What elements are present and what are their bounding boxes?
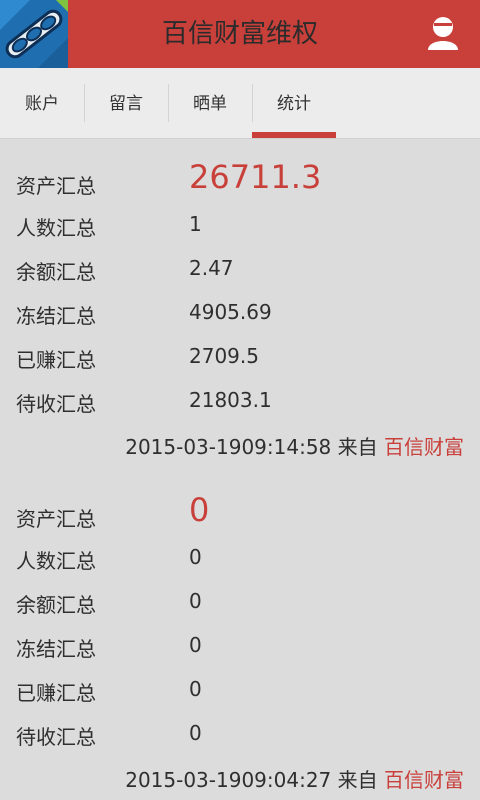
user-icon[interactable]	[428, 16, 458, 50]
row-label-assets: 资产汇总	[16, 174, 96, 198]
tab-label: 晒单	[193, 94, 227, 114]
row-label-balance: 余额汇总	[16, 260, 96, 284]
value-balance: 2.47	[189, 256, 234, 280]
row-label-frozen: 冻结汇总	[16, 304, 96, 328]
from-label: 来自	[337, 768, 378, 792]
row-label-receivable: 待收汇总	[16, 392, 96, 416]
value-frozen: 0	[189, 633, 202, 657]
source-link[interactable]: 百信财富	[384, 435, 464, 459]
row-label-people: 人数汇总	[16, 216, 96, 240]
value-balance: 0	[189, 589, 202, 613]
row-label-people: 人数汇总	[16, 549, 96, 573]
value-frozen: 4905.69	[189, 300, 272, 324]
tab-label: 留言	[109, 94, 143, 114]
record-meta: 2015-03-1909:14:58 来自 百信财富	[125, 431, 464, 460]
row-label-earned: 已赚汇总	[16, 681, 96, 705]
row-label-earned: 已赚汇总	[16, 348, 96, 372]
tab-show-orders[interactable]: 晒单	[168, 68, 252, 138]
row-label-balance: 余额汇总	[16, 593, 96, 617]
tab-messages[interactable]: 留言	[84, 68, 168, 138]
from-label: 来自	[337, 435, 378, 459]
tab-statistics[interactable]: 统计	[252, 68, 336, 138]
app-header: 百信财富维权	[0, 0, 480, 68]
value-earned: 0	[189, 677, 202, 701]
tab-label: 账户	[25, 94, 59, 114]
value-people: 0	[189, 545, 202, 569]
row-label-frozen: 冻结汇总	[16, 637, 96, 661]
source-link[interactable]: 百信财富	[384, 768, 464, 792]
value-assets: 0	[189, 491, 210, 529]
value-receivable: 0	[189, 721, 202, 745]
page-title: 百信财富维权	[161, 19, 318, 49]
row-label-assets: 资产汇总	[16, 507, 96, 531]
value-earned: 2709.5	[189, 344, 259, 368]
tab-bar: 账户 留言 晒单 统计	[0, 68, 480, 139]
tab-label: 统计	[277, 94, 311, 114]
value-receivable: 21803.1	[189, 388, 272, 412]
value-people: 1	[189, 212, 202, 236]
value-assets: 26711.3	[189, 158, 322, 196]
row-label-receivable: 待收汇总	[16, 725, 96, 749]
tab-account[interactable]: 账户	[0, 68, 84, 138]
timestamp: 2015-03-1909:14:58	[125, 435, 332, 459]
timestamp: 2015-03-1909:04:27	[125, 768, 332, 792]
record-meta: 2015-03-1909:04:27 来自 百信财富	[125, 764, 464, 793]
